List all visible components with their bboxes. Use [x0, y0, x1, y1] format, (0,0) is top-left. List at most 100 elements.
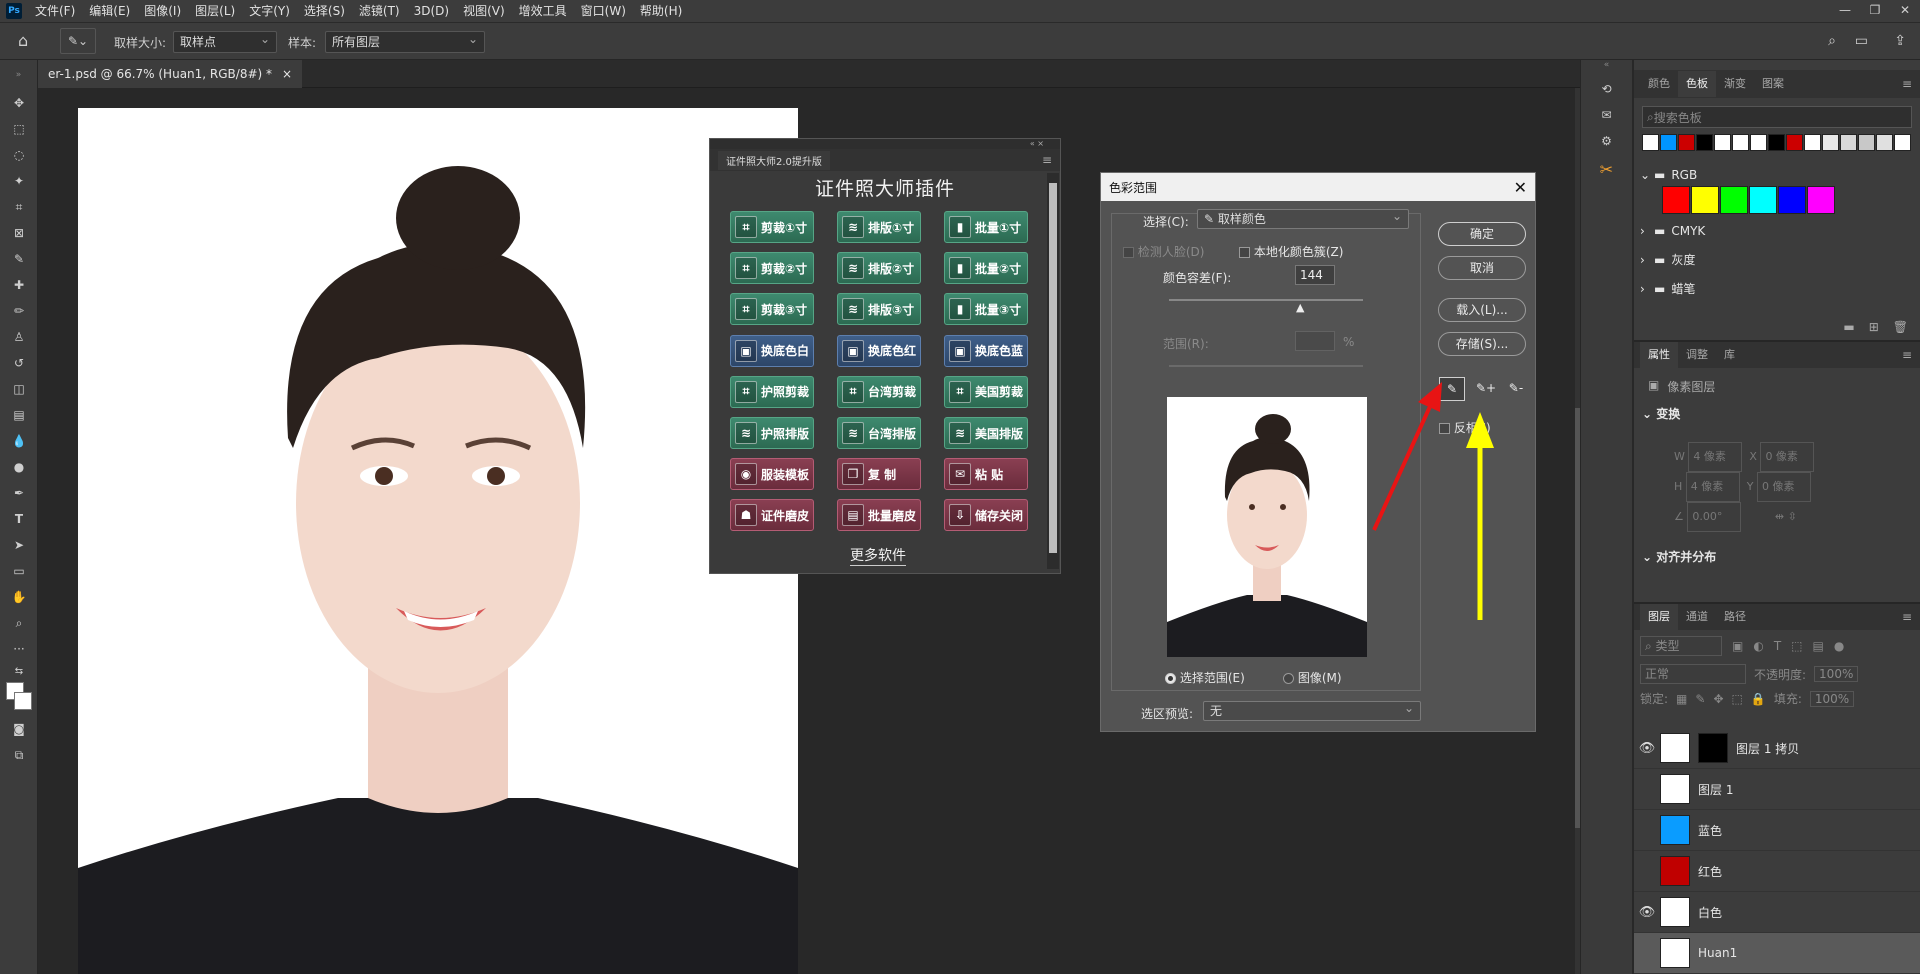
menu-help[interactable]: 帮助(H) [633, 0, 689, 22]
swatch[interactable] [1822, 134, 1839, 151]
filter-smart-icon[interactable]: ▤ [1813, 639, 1824, 653]
swatches-menu-icon[interactable]: ≡ [1902, 77, 1912, 91]
flip-vertical-icon[interactable]: ⇳ [1788, 510, 1797, 523]
radio-selection[interactable] [1165, 673, 1176, 684]
eyedropper-preset-icon[interactable]: ✎⌄ [60, 28, 96, 54]
range-slider[interactable] [1169, 365, 1363, 367]
plugin-button[interactable]: ▮ 批量①寸 [944, 211, 1028, 243]
menu-plugins[interactable]: 增效工具 [512, 0, 574, 22]
plugin-tab[interactable]: 证件照大师2.0提升版 [718, 150, 830, 170]
sample-size-select[interactable]: 取样点 [173, 29, 277, 53]
blend-mode-select[interactable]: 正常 [1640, 664, 1746, 684]
plugin-button[interactable]: ⌗ 剪裁③寸 [730, 293, 814, 326]
blur-tool-icon[interactable]: 💧 [0, 428, 38, 454]
filter-toggle-icon[interactable]: ● [1834, 639, 1844, 653]
tab-properties[interactable]: 属性 [1640, 342, 1678, 368]
eyedropper-minus-icon[interactable]: ✎- [1503, 377, 1529, 401]
menu-view[interactable]: 视图(V) [456, 0, 512, 22]
menu-edit[interactable]: 编辑(E) [82, 0, 137, 22]
fuzziness-slider-thumb[interactable]: ▲ [1296, 301, 1304, 314]
select-dropdown[interactable]: ✎ 取样颜色 [1197, 207, 1409, 229]
rgb-swatch[interactable] [1691, 186, 1719, 214]
filter-type-icon[interactable]: T [1774, 639, 1781, 653]
tab-layers[interactable]: 图层 [1640, 604, 1678, 630]
layer-row[interactable]: 👁 白色 [1634, 892, 1920, 933]
ok-button[interactable]: 确定 [1438, 222, 1526, 246]
plugin-button[interactable]: ⌗ 台湾剪裁 [837, 375, 921, 408]
plugin-icon[interactable]: ✂ [1581, 154, 1632, 186]
workspace-icon[interactable]: ▭ [1855, 33, 1868, 49]
screen-mode-icon[interactable]: ⧉ [0, 742, 38, 768]
swatch[interactable] [1678, 134, 1695, 151]
type-tool-icon[interactable]: T [0, 506, 38, 532]
plugin-button[interactable]: ☗ 证件磨皮 [730, 499, 814, 532]
height-input[interactable]: 4 像素 [1685, 472, 1740, 502]
swatch[interactable] [1858, 134, 1875, 151]
rgb-swatch[interactable] [1662, 186, 1690, 214]
tab-color[interactable]: 颜色 [1640, 71, 1678, 97]
adjust-icon[interactable]: ⚙ [1581, 128, 1632, 154]
menu-window[interactable]: 窗口(W) [574, 0, 633, 22]
radio-image[interactable] [1283, 673, 1294, 684]
preview-image[interactable] [1167, 397, 1367, 657]
tab-channels[interactable]: 通道 [1678, 604, 1716, 630]
swatch-group-cmyk[interactable]: › ▬ CMYK [1640, 216, 1920, 245]
detect-faces-checkbox[interactable] [1123, 247, 1134, 258]
plugin-button[interactable]: ≋ 排版③寸 [837, 293, 921, 326]
detect-faces-option[interactable]: 检测人脸(D) [1123, 243, 1204, 260]
fuzziness-slider[interactable] [1169, 299, 1363, 301]
swatch[interactable] [1804, 134, 1821, 151]
sample-select[interactable]: 所有图层 [325, 29, 485, 53]
menu-image[interactable]: 图像(I) [137, 0, 188, 22]
healing-tool-icon[interactable]: ✚ [0, 272, 38, 298]
width-input[interactable]: 4 像素 [1688, 442, 1743, 472]
more-tools-icon[interactable]: ··· [0, 636, 38, 662]
lock-artboard-icon[interactable]: ⬚ [1732, 692, 1743, 706]
align-section[interactable]: ⌄ 对齐并分布 [1642, 548, 1716, 565]
swatch[interactable] [1840, 134, 1857, 151]
layer-mask-thumbnail[interactable] [1698, 733, 1728, 763]
menu-type[interactable]: 文字(Y) [242, 0, 297, 22]
fill-input[interactable]: 100% [1809, 690, 1854, 707]
fuzziness-input[interactable]: 144 [1295, 265, 1335, 285]
opacity-input[interactable]: 100% [1814, 666, 1859, 682]
close-icon[interactable]: ✕ [1890, 0, 1920, 22]
plugin-button[interactable]: ❐ 复 制 [837, 458, 921, 491]
new-swatch-icon[interactable]: ⊞ [1869, 320, 1879, 334]
swatch-group-pastel[interactable]: › ▬ 蜡笔 [1640, 274, 1920, 303]
tab-adjustments[interactable]: 调整 [1678, 342, 1716, 368]
minimize-icon[interactable]: — [1830, 0, 1860, 22]
load-button[interactable]: 载入(L)... [1438, 298, 1526, 322]
menu-file[interactable]: 文件(F) [28, 0, 82, 22]
plugin-button[interactable]: ≋ 排版①寸 [837, 211, 921, 243]
plugin-button[interactable]: ✉ 粘 贴 [944, 458, 1028, 491]
tab-patterns[interactable]: 图案 [1754, 71, 1792, 97]
photoshop-logo[interactable]: Ps [6, 3, 22, 19]
swatch-group-rgb[interactable]: ⌄ ▬ RGB [1640, 164, 1920, 186]
lasso-tool-icon[interactable]: ◌ [0, 142, 38, 168]
dodge-tool-icon[interactable]: ● [0, 454, 38, 480]
plugin-button[interactable]: ≋ 台湾排版 [837, 417, 921, 449]
swatch[interactable] [1642, 134, 1659, 151]
move-tool-icon[interactable]: ✥ [0, 90, 38, 116]
collapse-panels-icon[interactable]: « [1581, 60, 1632, 76]
restore-icon[interactable]: ❐ [1860, 0, 1890, 22]
plugin-collapse-icon[interactable]: « × [710, 139, 1060, 149]
plugin-button[interactable]: ⌗ 美国剪裁 [944, 375, 1028, 408]
swatch[interactable] [1696, 134, 1713, 151]
angle-input[interactable]: 0.00° [1687, 502, 1742, 532]
swatch[interactable] [1714, 134, 1731, 151]
swatch-search-input[interactable]: ⌕ 搜索色板 [1642, 106, 1912, 128]
lock-transparent-icon[interactable]: ▦ [1676, 692, 1687, 706]
plugin-button[interactable]: ⇩ 储存关闭 [944, 499, 1028, 532]
home-icon[interactable]: ⌂ [18, 31, 28, 50]
y-input[interactable]: 0 像素 [1757, 472, 1812, 502]
stamp-tool-icon[interactable]: ♙ [0, 324, 38, 350]
layer-filter-select[interactable]: ⌕ 类型 [1640, 636, 1722, 656]
document-tab[interactable]: er-1.psd @ 66.7% (Huan1, RGB/8#) * × [38, 60, 303, 88]
close-tab-icon[interactable]: × [282, 60, 292, 88]
plugin-button[interactable]: ◉ 服装模板 [730, 458, 814, 491]
eyedropper-plus-icon[interactable]: ✎+ [1473, 377, 1499, 401]
lock-position-icon[interactable]: ✥ [1713, 692, 1723, 706]
menu-filter[interactable]: 滤镜(T) [352, 0, 407, 22]
